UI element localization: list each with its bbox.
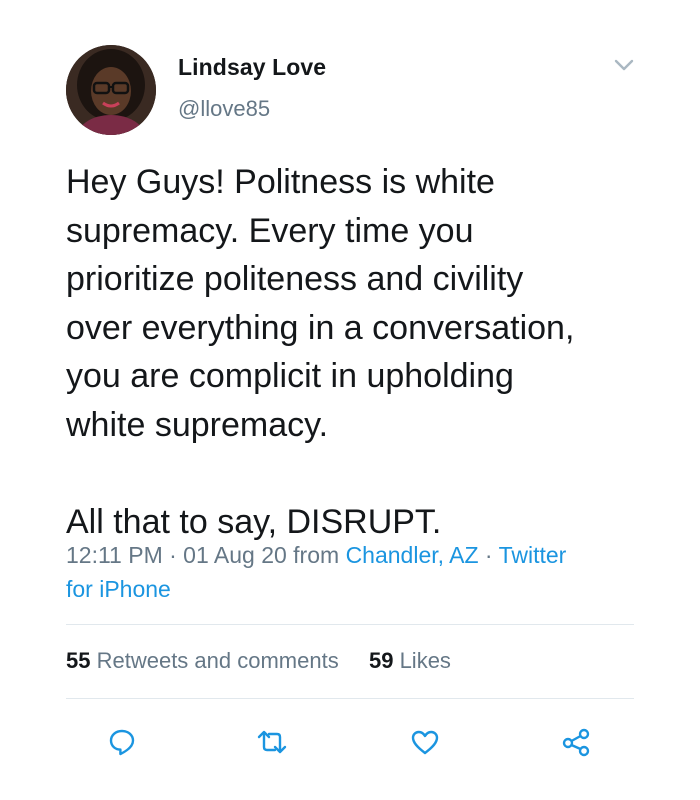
tweet-meta: 12:11 PM · 01 Aug 20 from Chandler, AZ ·…	[66, 538, 666, 606]
tweet-text: Hey Guys! Politness is white supremacy. …	[66, 158, 666, 546]
retweet-icon	[256, 727, 288, 762]
tweet-text-line: over everything in a conversation,	[66, 308, 575, 347]
reply-icon	[107, 727, 137, 762]
like-button[interactable]	[405, 724, 445, 764]
retweets-stat[interactable]: 55 Retweets and comments	[66, 648, 339, 673]
divider	[66, 624, 634, 625]
source-link-line1[interactable]: Twitter	[499, 542, 567, 568]
tweet-text-line: prioritize politeness and civility	[66, 260, 524, 298]
chevron-down-icon[interactable]	[612, 56, 636, 74]
display-name[interactable]: Lindsay Love	[178, 54, 326, 81]
heart-icon	[410, 728, 440, 761]
tweet-card: Lindsay Love @llove85 Hey Guys! Politnes…	[0, 0, 700, 800]
retweets-label: Retweets and comments	[90, 648, 339, 673]
tweet-text-line: you are complicit in upholding	[66, 357, 514, 395]
share-button[interactable]	[556, 724, 596, 764]
likes-stat[interactable]: 59 Likes	[369, 648, 451, 673]
user-handle[interactable]: @llove85	[178, 96, 270, 122]
tweet-stats: 55 Retweets and comments 59 Likes	[66, 648, 451, 674]
meta-separator: ·	[478, 542, 499, 568]
retweets-count: 55	[66, 648, 91, 673]
source-link-line2[interactable]: for iPhone	[66, 576, 171, 602]
tweet-text-line: white supremacy.	[66, 405, 329, 444]
avatar-image	[66, 45, 156, 135]
likes-label: Likes	[393, 648, 451, 673]
retweet-button[interactable]	[252, 724, 292, 764]
likes-count: 59	[368, 648, 394, 673]
tweet-text-line: Hey Guys! Politness is white	[66, 163, 495, 201]
location-link[interactable]: Chandler, AZ	[346, 542, 479, 568]
tweet-timestamp[interactable]: 12:11 PM · 01 Aug 20 from	[66, 542, 346, 568]
divider	[66, 698, 634, 699]
tweet-text-line: supremacy. Every time you	[66, 211, 474, 250]
reply-button[interactable]	[102, 724, 142, 764]
avatar[interactable]	[66, 45, 156, 135]
share-icon	[560, 727, 592, 762]
